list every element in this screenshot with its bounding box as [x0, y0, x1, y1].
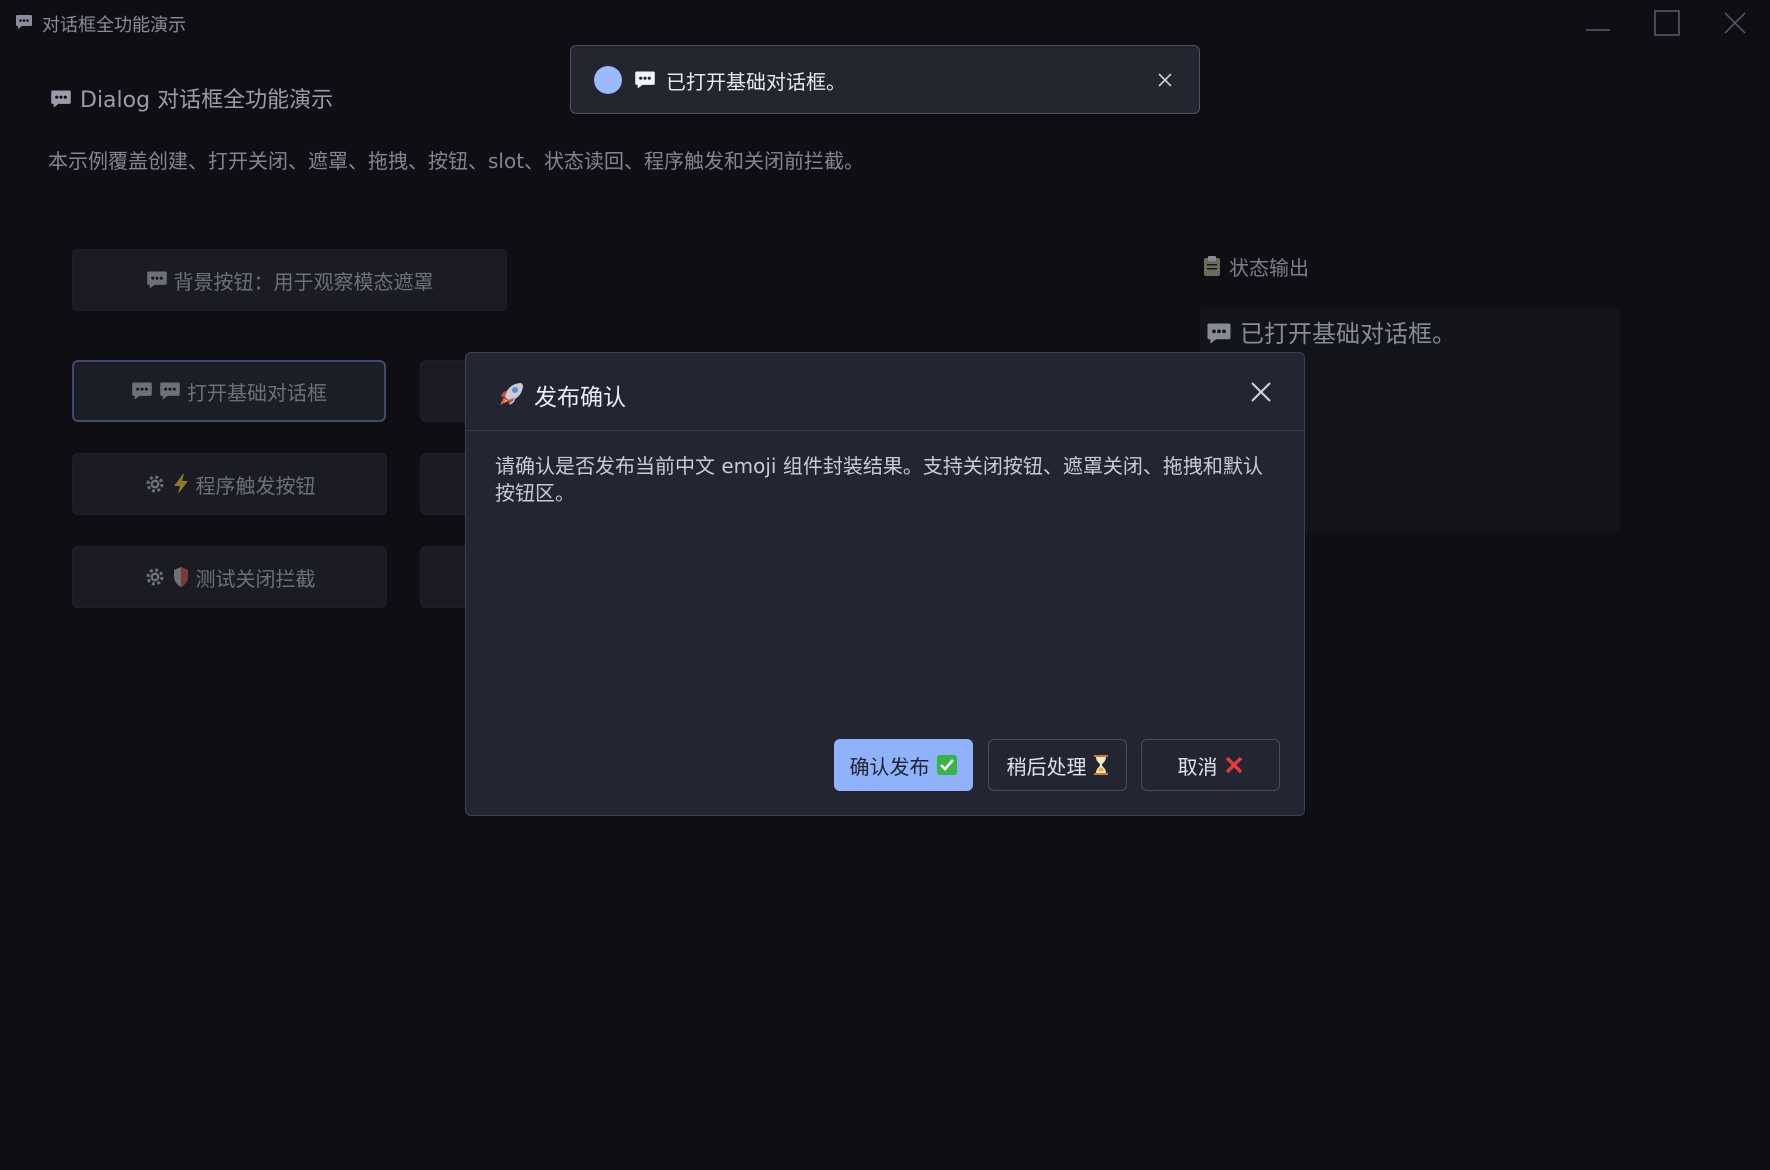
speech-bubble-icon [50, 89, 72, 115]
dialog-header[interactable]: 发布确认 [466, 353, 1304, 431]
lightning-icon [172, 473, 190, 495]
speech-bubble-icon [146, 270, 168, 290]
minimize-button[interactable] [1564, 0, 1632, 46]
speech-bubble-icon [1206, 322, 1232, 351]
open-basic-dialog-label: 打开基础对话框 [187, 380, 327, 405]
maximize-button[interactable] [1632, 0, 1700, 46]
title-bar: 对话框全功能演示 [0, 0, 1770, 46]
confirm-publish-button[interactable]: 确认发布 [834, 739, 973, 791]
app-window: 对话框全功能演示 Dialog 对话框全功能演示 本示例覆盖创建、打开关闭、遮罩… [0, 0, 1770, 1170]
status-message: 已打开基础对话框。 [1240, 320, 1456, 348]
shield-icon [172, 566, 190, 588]
status-title: 状态输出 [1203, 252, 1309, 282]
check-mark-icon [936, 754, 958, 776]
gear-icon [144, 473, 166, 495]
info-dot-icon [594, 66, 622, 94]
dialog-body: 请确认是否发布当前中文 emoji 组件封装结果。支持关闭按钮、遮罩关闭、拖拽和… [495, 454, 1263, 505]
speech-bubble-icon [131, 381, 153, 401]
background-button-label: 背景按钮：用于观察模态遮罩 [173, 269, 434, 294]
confirm-dialog: 发布确认 请确认是否发布当前中文 emoji 组件封装结果。支持关闭按钮、遮罩关… [465, 352, 1305, 816]
speech-bubble-icon [15, 14, 33, 34]
confirm-publish-label: 确认发布 [849, 754, 930, 779]
close-icon [1158, 73, 1172, 87]
speech-bubble-icon [159, 381, 181, 401]
minimize-icon [1586, 29, 1610, 31]
maximize-icon [1654, 10, 1680, 36]
gear-icon [144, 566, 166, 588]
later-label: 稍后处理 [1006, 754, 1087, 779]
status-line: 已打开基础对话框。 [1206, 314, 1456, 351]
toast-notification: 已打开基础对话框。 [570, 45, 1200, 114]
test-intercept-button[interactable]: 测试关闭拦截 [72, 546, 387, 608]
rocket-icon [497, 380, 525, 412]
status-title-text: 状态输出 [1229, 256, 1309, 280]
page-title-text: Dialog 对话框全功能演示 [80, 88, 334, 113]
page-description: 本示例覆盖创建、打开关闭、遮罩、拖拽、按钮、slot、状态读回、程序触发和关闭前… [48, 149, 865, 173]
page-title: Dialog 对话框全功能演示 [50, 82, 333, 115]
window-title: 对话框全功能演示 [42, 15, 186, 36]
test-intercept-label: 测试关闭拦截 [195, 566, 316, 591]
close-icon [1251, 382, 1271, 402]
open-basic-dialog-button[interactable]: 打开基础对话框 [72, 360, 386, 422]
later-button[interactable]: 稍后处理 [988, 739, 1127, 791]
hourglass-icon [1093, 754, 1109, 776]
program-trigger-label: 程序触发按钮 [195, 473, 316, 498]
toast-close-button[interactable] [1155, 70, 1175, 94]
speech-bubble-icon [634, 70, 656, 94]
program-trigger-button[interactable]: 程序触发按钮 [72, 453, 387, 515]
toast-message: 已打开基础对话框。 [666, 70, 846, 94]
close-window-button[interactable] [1700, 0, 1768, 46]
cancel-label: 取消 [1177, 754, 1218, 779]
cancel-button[interactable]: 取消 [1141, 739, 1280, 791]
close-icon [1724, 12, 1746, 34]
cross-mark-icon [1224, 755, 1244, 775]
background-button[interactable]: 背景按钮：用于观察模态遮罩 [72, 249, 507, 311]
dialog-close-button[interactable] [1248, 379, 1274, 409]
dialog-title: 发布确认 [534, 385, 626, 411]
clipboard-icon [1203, 255, 1221, 282]
